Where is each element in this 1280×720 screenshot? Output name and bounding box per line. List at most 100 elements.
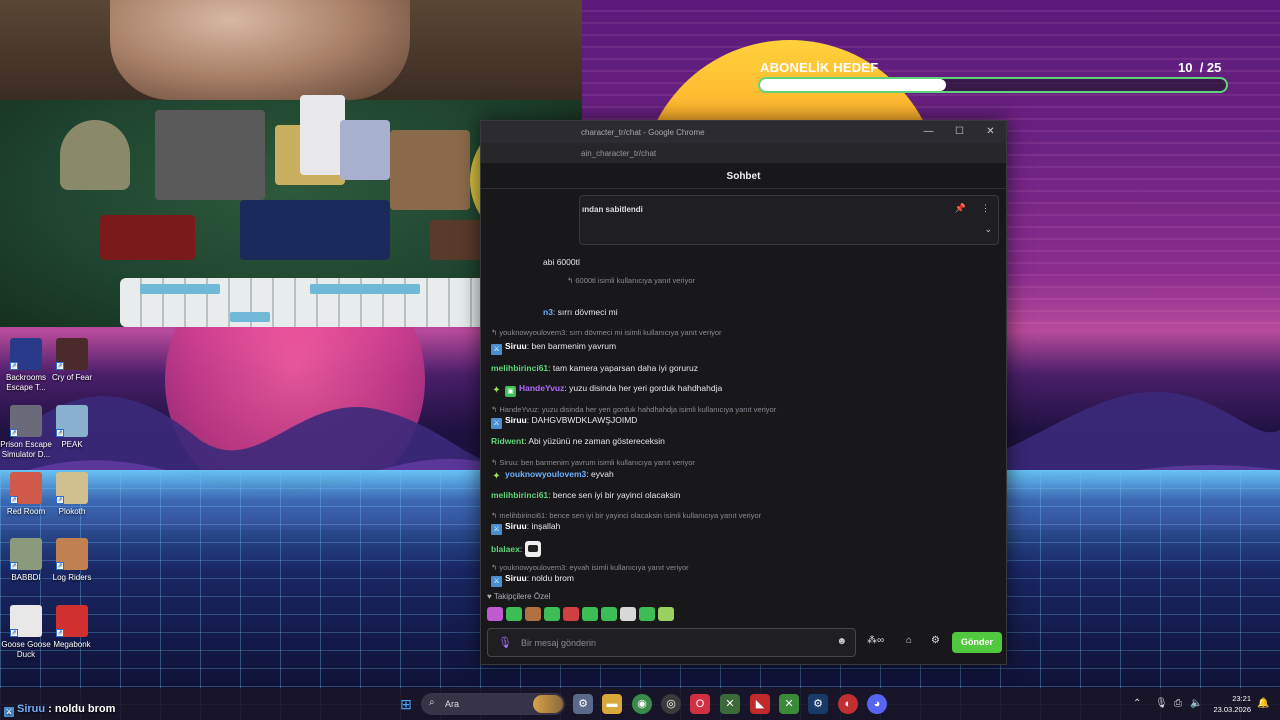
volume-icon[interactable]: 🔈	[1190, 698, 1202, 709]
chat-username[interactable]: youknowyoulovem3	[505, 469, 586, 479]
emote-icon[interactable]	[658, 607, 674, 621]
backrooms-app-icon: ↗	[10, 338, 42, 370]
reply-context[interactable]: ↰ HandeYvuz: yuzu disinda her yeri gordu…	[491, 405, 776, 414]
sparkle-badge-icon[interactable]: ✦	[491, 471, 502, 482]
desktop-icon-plokoth[interactable]: ↗ Plokoth	[42, 472, 102, 517]
chat-message-text: yuzu disinda her yeri gorduk hahdhahdja	[569, 383, 723, 393]
pinned-message[interactable]: ından sabitlendi 📌 ⋮ ⌄	[579, 195, 999, 245]
microphone-tray-icon[interactable]: 🎙	[1155, 698, 1168, 709]
file-explorer-icon[interactable]: ▬	[602, 694, 622, 714]
chat-username[interactable]: Siruu	[505, 521, 527, 531]
moderator-badge-icon[interactable]: ⚔	[491, 524, 502, 535]
close-button[interactable]: ✕	[975, 121, 1006, 143]
bits-icon[interactable]: ⁂∞	[867, 635, 884, 646]
chat-message[interactable]: ✦ youknowyoulovem3: eyvah	[491, 469, 613, 482]
chat-message[interactable]: ✦ ▣ HandeYvuz: yuzu disinda her yeri gordu…	[491, 383, 722, 397]
chat-username[interactable]: HandeYvuz	[519, 383, 564, 393]
steam-icon[interactable]: ⚙	[808, 694, 828, 714]
search-highlight-image	[533, 695, 563, 713]
emoji-picker-icon[interactable]: ☻	[836, 636, 847, 647]
taskbar-search[interactable]: ⌕ Ara	[421, 693, 565, 715]
chrome-icon[interactable]: ◉	[632, 694, 652, 714]
emote-icon[interactable]	[601, 607, 617, 621]
emote-icon[interactable]	[506, 607, 522, 621]
chat-message[interactable]: blalaex:	[491, 541, 541, 557]
send-button[interactable]: Gönder	[952, 632, 1002, 653]
opera-gx-icon[interactable]: ◐	[838, 694, 858, 714]
address-bar[interactable]: ain_character_tr/chat	[481, 143, 1006, 163]
moderator-badge-icon[interactable]: ⚔	[491, 418, 502, 429]
chat-username[interactable]: n3	[543, 307, 553, 317]
emote-icon[interactable]	[544, 607, 560, 621]
chat-username[interactable]: melihbirinci61	[491, 363, 548, 373]
more-options-icon[interactable]: ⋮	[981, 203, 990, 214]
chat-message[interactable]: abi 6000tl	[543, 257, 580, 267]
chat-username[interactable]: Ridwent	[491, 436, 524, 446]
store-icon[interactable]: ⌂	[906, 635, 912, 646]
chat-message[interactable]: melihbirinci61: bence sen iyi bir yayinc…	[491, 490, 680, 500]
chat-message[interactable]: ⚔ Siruu: ben barmenim yavrum	[491, 341, 616, 355]
chat-username[interactable]: blalaex	[491, 544, 520, 554]
network-icon[interactable]: ⎙	[1174, 698, 1182, 709]
shortcut-arrow-icon: ↗	[10, 429, 18, 437]
chat-username[interactable]: Siruu	[505, 415, 527, 425]
xbox-app-icon[interactable]: ✕	[779, 694, 799, 714]
subscriber-badge-icon[interactable]: ▣	[505, 386, 516, 397]
emote-icon[interactable]	[487, 607, 503, 621]
moderator-badge-icon[interactable]: ⚔	[491, 576, 502, 587]
reply-context-text: HandeYvuz: yuzu disinda her yeri gorduk …	[499, 405, 777, 414]
chat-username[interactable]: Siruu	[505, 341, 527, 351]
reply-context[interactable]: ↰ youknowyoulovem3: eyvah isimli kullanı…	[491, 563, 689, 572]
desktop-icon-cry-of-fear[interactable]: ↗ Cry of Fear	[42, 338, 102, 383]
emote-icon[interactable]	[620, 607, 636, 621]
chat-message-list[interactable]: abi 6000tl ↰ 6000tl isimli kullanıcıya ya…	[481, 245, 1006, 595]
chat-username[interactable]: Siruu	[505, 573, 527, 583]
settings-app-icon[interactable]: ⚙	[573, 694, 593, 714]
goal-title: ABONELİK HEDEF	[760, 60, 879, 75]
chat-username[interactable]: melihbirinci61	[491, 490, 548, 500]
chat-message[interactable]: ⚔ Siruu: DAHGVBWDKLAWŞJOIMD	[491, 415, 637, 429]
settings-gear-icon[interactable]: ⚙	[931, 635, 940, 646]
xbox-icon[interactable]: ✕	[720, 694, 740, 714]
start-windows-icon[interactable]: ⊞	[396, 694, 416, 714]
emote-icon[interactable]	[639, 607, 655, 621]
desktop-icon-megabonk[interactable]: ↗ Megabonk	[42, 605, 102, 650]
opera-icon[interactable]: O	[690, 694, 710, 714]
moderator-badge-icon[interactable]: ⚔	[491, 344, 502, 355]
taskbar-clock[interactable]: 23:21 23.03.2026	[1213, 693, 1251, 715]
desktop-icon-label: Log Riders	[52, 573, 92, 582]
chat-window[interactable]: character_tr/chat - Google Chrome — ☐ ✕ …	[480, 120, 1007, 665]
amd-icon[interactable]: ◣	[750, 694, 770, 714]
desktop-icon-label: Plokoth	[58, 507, 86, 516]
reply-context[interactable]: ↰ youknowyoulovem3: sırrı dövmeci mi isi…	[491, 328, 722, 337]
desktop-icon-log-riders[interactable]: ↗ Log Riders	[42, 538, 102, 583]
chat-message[interactable]: melihbirinci61: tam kamera yaparsan daha…	[491, 363, 698, 373]
emote-icon[interactable]	[563, 607, 579, 621]
maximize-button[interactable]: ☐	[944, 121, 975, 143]
sparkle-badge-icon[interactable]: ✦	[491, 385, 502, 396]
reply-context[interactable]: ↰ melihbirinci61: bence sen iyi bir yayi…	[491, 511, 761, 520]
obs-icon[interactable]: ◎	[661, 694, 681, 714]
minimize-button[interactable]: —	[913, 121, 944, 143]
notifications-icon[interactable]: 🔔	[1257, 698, 1269, 709]
tray-chevron-up-icon[interactable]: ⌃	[1133, 698, 1141, 709]
chat-message-text: ben barmenim yavrum	[531, 341, 617, 351]
chat-message[interactable]: n3: sırrı dövmeci mi	[543, 307, 618, 317]
chat-message[interactable]: ⚔ Siruu: noldu brom	[491, 573, 574, 587]
pin-icon[interactable]: 📌	[955, 203, 966, 214]
discord-icon[interactable]: ◕	[867, 694, 887, 714]
emote-icon[interactable]	[582, 607, 598, 621]
microphone-icon[interactable]: 🎙	[498, 636, 512, 649]
desktop-icon-peak[interactable]: ↗ PEAK	[42, 405, 102, 450]
reply-context[interactable]: ↰ Siruu: ben barmenim yavrum isimli kull…	[491, 458, 695, 467]
babbdi-app-icon: ↗	[10, 538, 42, 570]
chevron-down-icon[interactable]: ⌄	[984, 224, 992, 235]
emote-icon[interactable]	[525, 607, 541, 621]
emote-bar[interactable]	[487, 607, 674, 621]
chat-message[interactable]: Ridwent: Abi yüzünü ne zaman göstereceks…	[491, 436, 665, 446]
reply-context[interactable]: ↰ 6000tl isimli kullanıcıya yanıt veriyo…	[567, 276, 695, 285]
chat-emote-icon[interactable]	[524, 541, 541, 557]
megabonk-app-icon: ↗	[56, 605, 88, 637]
message-input[interactable]: 🎙 Bir mesaj gönderin ☻	[487, 628, 856, 657]
chat-message[interactable]: ⚔ Siruu: inşallah	[491, 521, 560, 535]
